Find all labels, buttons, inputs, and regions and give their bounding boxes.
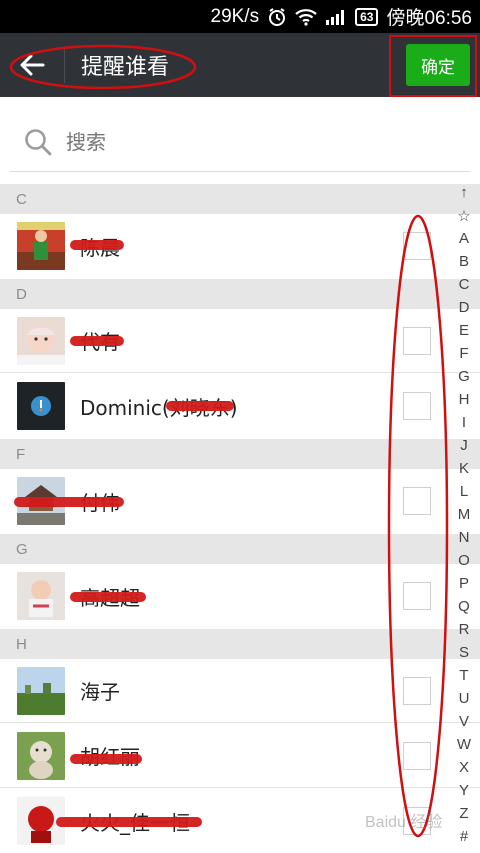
index-letter[interactable]: I: [452, 414, 476, 431]
redaction-scribble: [70, 592, 146, 602]
index-letter[interactable]: T: [452, 667, 476, 684]
redaction-scribble: [56, 817, 202, 827]
index-letter[interactable]: E: [452, 322, 476, 339]
index-letter[interactable]: J: [452, 437, 476, 454]
index-letter[interactable]: S: [452, 644, 476, 661]
search-icon: [25, 128, 52, 155]
avatar: [17, 316, 65, 365]
index-letter[interactable]: Y: [452, 782, 476, 799]
alarm-icon: [267, 7, 287, 27]
index-letter[interactable]: U: [452, 690, 476, 707]
redaction-scribble: [70, 240, 124, 250]
search-bar[interactable]: [10, 112, 470, 172]
redaction-scribble: [166, 401, 234, 411]
index-letter[interactable]: B: [452, 253, 476, 270]
annotation-ellipse-title: [9, 44, 197, 90]
alphabet-index-bar[interactable]: ↑ ☆ A B C D E F G H I J K L M N O P Q R S T U V W X Y Z #: [452, 184, 478, 853]
index-letter[interactable]: ☆: [452, 207, 476, 225]
contact-name: 海子: [80, 680, 120, 704]
index-letter[interactable]: G: [452, 368, 476, 385]
index-letter[interactable]: P: [452, 575, 476, 592]
index-letter[interactable]: W: [452, 736, 476, 753]
confirm-button[interactable]: 确定: [406, 44, 470, 86]
index-letter[interactable]: M: [452, 506, 476, 523]
index-letter[interactable]: F: [452, 345, 476, 362]
avatar: [17, 572, 65, 620]
watermark: Baidu 经验: [365, 814, 443, 831]
search-input[interactable]: [66, 129, 366, 154]
index-letter[interactable]: H: [452, 391, 476, 408]
annotation-ellipse-checkboxes: [387, 214, 449, 838]
index-letter[interactable]: ↑: [452, 184, 476, 201]
index-letter[interactable]: R: [452, 621, 476, 638]
index-letter[interactable]: K: [452, 460, 476, 477]
index-letter[interactable]: X: [452, 759, 476, 776]
index-letter[interactable]: Q: [452, 598, 476, 615]
avatar: [17, 666, 65, 715]
status-bar: 29K/s 63 傍晚06:56: [0, 0, 480, 33]
redaction-scribble: [70, 336, 124, 346]
index-letter[interactable]: L: [452, 483, 476, 500]
clock: 傍晚06:56: [386, 8, 472, 29]
avatar: [17, 382, 65, 430]
index-letter[interactable]: Z: [452, 805, 476, 822]
index-letter[interactable]: D: [452, 299, 476, 316]
index-letter[interactable]: N: [452, 529, 476, 546]
index-letter[interactable]: C: [452, 276, 476, 293]
avatar: [17, 731, 65, 780]
avatar: [17, 222, 65, 270]
index-letter[interactable]: #: [452, 828, 476, 845]
wifi-icon: [295, 8, 317, 26]
signal-icon: [325, 9, 347, 25]
battery-level: 63: [355, 7, 379, 26]
redaction-scribble: [14, 497, 124, 507]
index-letter[interactable]: V: [452, 713, 476, 730]
index-letter[interactable]: A: [452, 230, 476, 247]
section-header-c: C: [0, 184, 480, 214]
index-letter[interactable]: O: [452, 552, 476, 569]
redaction-scribble: [70, 754, 142, 764]
network-speed: 29K/s: [210, 5, 260, 27]
